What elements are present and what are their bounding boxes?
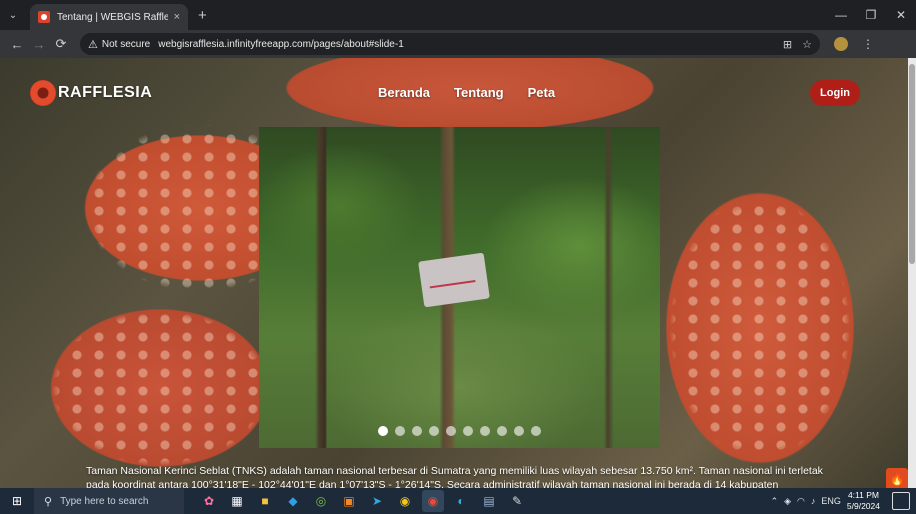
site-logo[interactable]: RAFFLESIA <box>30 80 152 106</box>
rafflesia-logo-icon <box>30 80 56 106</box>
nav-link-beranda[interactable]: Beranda <box>378 85 430 100</box>
tray-apps-icon[interactable]: ◈ <box>784 496 791 507</box>
carousel-dot[interactable] <box>412 426 422 436</box>
warning-icon: ⚠ <box>88 38 98 51</box>
browser-tab-bar: ⌄ Tentang | WEBGIS Rafflesia SP × + — ❐ … <box>0 0 916 30</box>
chrome-icon[interactable]: ◉ <box>394 490 416 512</box>
site-favicon-icon <box>38 11 50 23</box>
carousel-dot[interactable] <box>446 426 456 436</box>
tab-search-icon[interactable]: ⌄ <box>0 0 26 30</box>
carousel-dot[interactable] <box>429 426 439 436</box>
carousel-dot[interactable] <box>463 426 473 436</box>
carousel-slide[interactable] <box>259 127 660 448</box>
carousel-dot[interactable] <box>514 426 524 436</box>
nav-link-peta[interactable]: Peta <box>528 85 555 100</box>
nav-link-tentang[interactable]: Tentang <box>454 85 504 100</box>
clock-time: 4:11 PM <box>847 490 879 500</box>
browser-menu-icon[interactable]: ⋮ <box>862 37 874 51</box>
page-scrollbar[interactable] <box>908 58 916 488</box>
language-indicator[interactable]: ENG <box>821 496 841 506</box>
flame-icon[interactable]: 🔥 <box>886 468 908 488</box>
logo-text: RAFFLESIA <box>58 84 153 101</box>
profile-avatar[interactable] <box>834 37 848 51</box>
carousel-dot[interactable] <box>480 426 490 436</box>
taskbar-search-placeholder: Type here to search <box>60 495 149 507</box>
clock-date: 5/9/2024 <box>846 501 880 511</box>
calculator-icon[interactable]: ▤ <box>478 490 500 512</box>
taskbar-clock[interactable]: 4:11 PM 5/9/2024 <box>847 490 880 512</box>
tab-close-icon[interactable]: × <box>174 11 180 23</box>
reload-button[interactable]: ⟳ <box>50 33 72 55</box>
qgis-icon[interactable]: ◎ <box>310 490 332 512</box>
vscode-icon[interactable]: ◆ <box>282 490 304 512</box>
browser-tab[interactable]: Tentang | WEBGIS Rafflesia SP × <box>30 4 188 30</box>
paint-icon[interactable]: ✎ <box>506 490 528 512</box>
forward-button[interactable]: → <box>28 33 50 55</box>
close-window-button[interactable]: ✕ <box>886 0 916 30</box>
task-view-icon[interactable]: ▦ <box>226 490 248 512</box>
search-icon: ⚲ <box>44 495 53 508</box>
app-orange-icon[interactable]: ▣ <box>338 490 360 512</box>
window-controls: — ❐ ✕ <box>826 0 916 30</box>
carousel-dot[interactable] <box>378 426 388 436</box>
tulips-widget-icon[interactable]: ✿ <box>198 490 220 512</box>
windows-start-icon[interactable]: ⊞ <box>0 488 34 514</box>
translate-icon[interactable]: ⊞ <box>783 38 792 51</box>
security-label: Not secure <box>101 38 151 50</box>
carousel-dot[interactable] <box>497 426 507 436</box>
park-description: Taman Nasional Kerinci Seblat (TNKS) ada… <box>86 465 823 488</box>
extensions-area: ⋮ <box>834 37 874 51</box>
page-hero: RAFFLESIA Beranda Tentang Peta Login Tam… <box>0 58 916 488</box>
login-button[interactable]: Login <box>810 80 860 106</box>
network-icon[interactable]: ◠ <box>797 496 805 507</box>
tab-title: Tentang | WEBGIS Rafflesia SP <box>57 11 168 23</box>
telegram-icon[interactable]: ➤ <box>366 490 388 512</box>
minimize-button[interactable]: — <box>826 0 856 30</box>
edge-icon[interactable]: ◐ <box>450 490 472 512</box>
new-tab-button[interactable]: + <box>198 4 207 30</box>
carousel-dot[interactable] <box>531 426 541 436</box>
system-tray: ⌃ ◈ ◠ ♪ ENG 4:11 PM 5/9/2024 <box>771 490 916 512</box>
address-bar-row: ← → ⟳ ⚠ Not secure webgisrafflesia.infin… <box>0 30 916 58</box>
windows-taskbar: ⊞ ⚲ Type here to search ✿ ▦ ■ ◆ ◎ ▣ ➤ ◉ … <box>0 488 916 514</box>
volume-icon[interactable]: ♪ <box>811 496 816 506</box>
main-nav: Beranda Tentang Peta <box>378 85 555 100</box>
url-input[interactable]: ⚠ Not secure webgisrafflesia.infinityfre… <box>80 33 820 55</box>
back-button[interactable]: ← <box>6 33 28 55</box>
forest-sign-image <box>418 252 490 308</box>
carousel-indicators <box>259 426 660 436</box>
file-explorer-icon[interactable]: ■ <box>254 490 276 512</box>
url-text: webgisrafflesia.infinityfreeapp.com/page… <box>158 38 404 50</box>
restore-button[interactable]: ❐ <box>856 0 886 30</box>
chrome-active-icon[interactable]: ◉ <box>422 490 444 512</box>
bookmark-star-icon[interactable]: ☆ <box>802 38 812 51</box>
scrollbar-thumb[interactable] <box>909 64 915 264</box>
carousel-dot[interactable] <box>395 426 405 436</box>
tray-chevron-icon[interactable]: ⌃ <box>771 496 779 507</box>
security-chip[interactable]: ⚠ Not secure <box>88 38 150 51</box>
notification-center-icon[interactable] <box>892 492 910 510</box>
taskbar-search-input[interactable]: ⚲ Type here to search <box>34 488 184 514</box>
taskbar-apps: ✿ ▦ ■ ◆ ◎ ▣ ➤ ◉ ◉ ◐ ▤ ✎ <box>198 490 528 512</box>
